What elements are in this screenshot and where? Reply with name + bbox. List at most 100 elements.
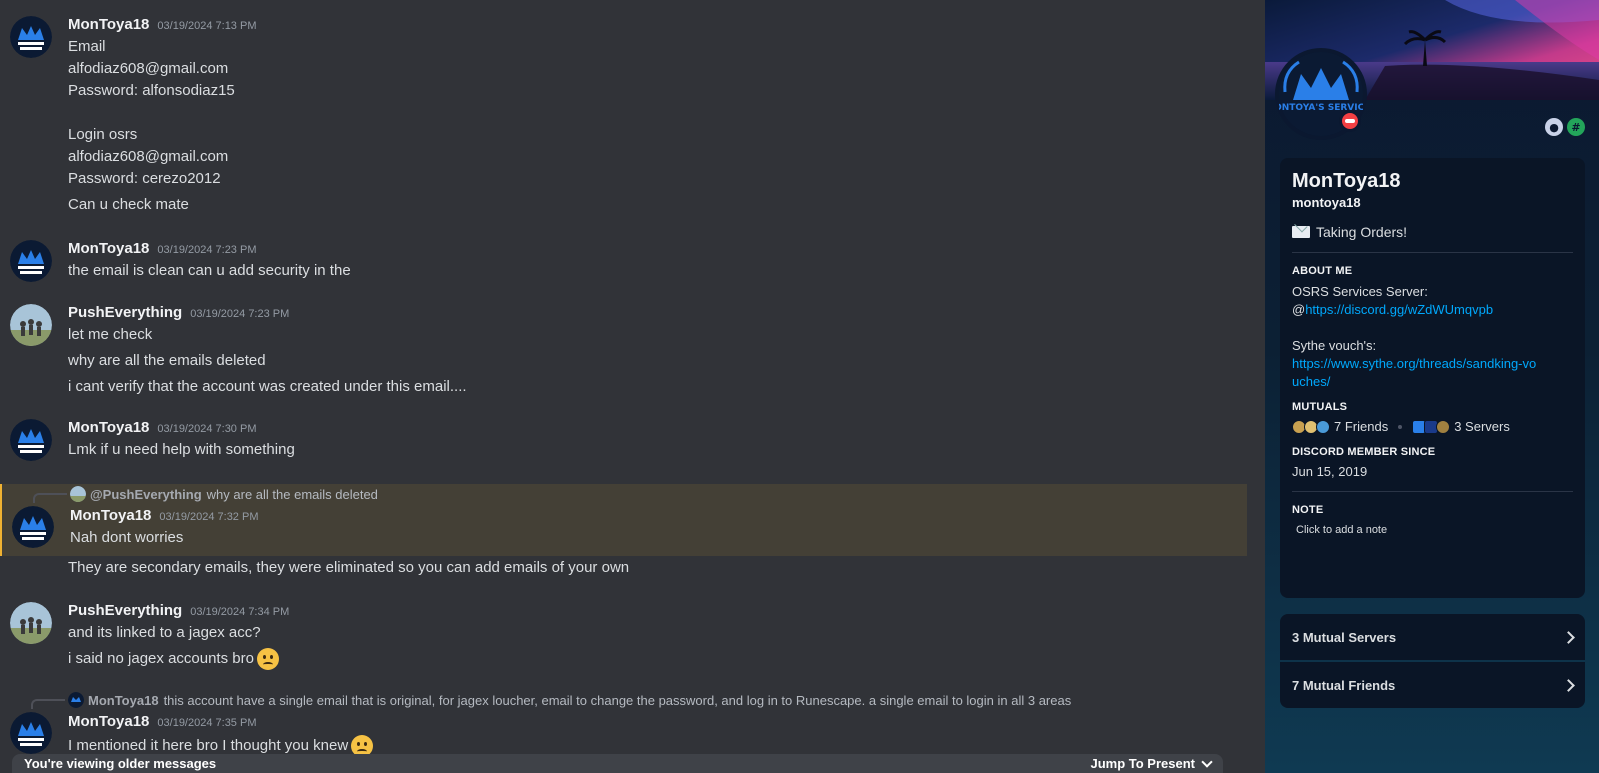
message-header: MonToya18 03/19/2024 7:32 PM (70, 507, 258, 529)
member-since-date: Jun 15, 2019 (1292, 464, 1368, 479)
message-header: PushEverything 03/19/2024 7:34 PM (68, 602, 289, 624)
reply-text: why are all the emails deleted (206, 486, 378, 502)
nitro-badge-icon[interactable]: ● (1545, 118, 1563, 136)
reply-username[interactable]: MonToya18 (88, 693, 159, 708)
note-title: NOTE (1292, 504, 1324, 516)
message-line: Can u check mate (68, 196, 189, 213)
username[interactable]: MonToya18 (68, 419, 149, 436)
sythe-link[interactable]: https://www.sythe.org/threads/sandking-v… (1292, 356, 1536, 389)
message-line: Lmk if u need help with something (68, 441, 295, 458)
chevron-down-icon (1201, 755, 1213, 768)
timestamp: 03/19/2024 7:34 PM (190, 606, 290, 618)
message-line: let me check (68, 326, 153, 343)
server-icons (1412, 419, 1451, 434)
divider (1292, 491, 1573, 492)
message-header: PushEverything 03/19/2024 7:23 PM (68, 304, 289, 326)
timestamp: 03/19/2024 7:13 PM (157, 20, 257, 32)
username[interactable]: MonToya18 (68, 16, 149, 33)
mutual-servers-row[interactable]: 3 Mutual Servers (1280, 614, 1585, 660)
older-messages-text: You're viewing older messages (24, 756, 217, 771)
user-avatar[interactable] (10, 240, 52, 282)
custom-status: Taking Orders! (1292, 224, 1573, 240)
timestamp: 03/19/2024 7:23 PM (190, 308, 290, 320)
reply-preview[interactable]: @PushEverything why are all the emails d… (70, 485, 378, 503)
mutuals-title: MUTUALS (1292, 401, 1348, 413)
username[interactable]: MonToya18 (68, 713, 149, 730)
message-line: They are secondary emails, they were eli… (68, 559, 630, 576)
message-text: i said no jagex accounts bro (68, 649, 254, 667)
user-avatar[interactable] (10, 602, 52, 644)
message-group: PushEverything 03/19/2024 7:34 PM and it… (0, 600, 1247, 676)
jump-label: Jump To Present (1090, 756, 1195, 771)
user-handle: montoya18 (1292, 195, 1361, 210)
profile-badges: ● # (1545, 118, 1585, 136)
message-header: MonToya18 03/19/2024 7:35 PM (68, 713, 256, 735)
mutual-friends-count[interactable]: 7 Friends (1334, 419, 1388, 434)
mutuals-row: 7 Friends 3 Servers (1292, 419, 1573, 434)
timestamp: 03/19/2024 7:32 PM (159, 511, 259, 523)
chat-pane: MonToya18 03/19/2024 7:13 PM Email alfod… (0, 0, 1247, 773)
reply-preview[interactable]: MonToya18 this account have a single ema… (68, 691, 1071, 709)
timestamp: 03/19/2024 7:35 PM (157, 717, 257, 729)
user-avatar[interactable] (12, 506, 54, 548)
timestamp: 03/19/2024 7:23 PM (157, 244, 257, 256)
chevron-right-icon (1562, 630, 1575, 644)
about-title: ABOUT ME (1292, 265, 1353, 277)
message-line: the email is clean can u add security in… (68, 262, 351, 279)
message-header: MonToya18 03/19/2024 7:13 PM (68, 16, 256, 38)
at-sign: @ (1292, 302, 1306, 317)
timestamp: 03/19/2024 7:30 PM (157, 423, 257, 435)
user-avatar[interactable] (10, 712, 52, 754)
about-line: OSRS Services Server: (1292, 284, 1428, 299)
message-group: PushEverything 03/19/2024 7:23 PM let me… (0, 302, 1247, 402)
username[interactable]: MonToya18 (68, 240, 149, 257)
message-group: MonToya18 03/19/2024 7:13 PM Email alfod… (0, 14, 1247, 220)
envelope-icon (1292, 226, 1310, 238)
message-group: MonToya18 this account have a single ema… (0, 690, 1247, 757)
message-text: I mentioned it here bro I thought you kn… (68, 736, 349, 754)
message-line: Email (68, 38, 106, 55)
about-text: OSRS Services Server: @https://discord.g… (1292, 283, 1573, 391)
message-group: MonToya18 03/19/2024 7:30 PM Lmk if u ne… (0, 417, 1247, 463)
about-link-row: @https://discord.gg/wZdWUmqvpb (1292, 301, 1573, 319)
message-line: Nah dont worries (70, 529, 184, 546)
mutual-servers-label: 3 Mutual Servers (1292, 629, 1397, 645)
message-group-highlighted: @PushEverything why are all the emails d… (0, 484, 1247, 556)
message-line: alfodiaz608@gmail.com (68, 148, 229, 165)
older-messages-bar[interactable]: You're viewing older messages Jump To Pr… (12, 754, 1223, 773)
user-avatar[interactable] (10, 16, 52, 58)
reply-spine (33, 493, 67, 503)
username[interactable]: MonToya18 (70, 507, 151, 524)
reply-avatar (70, 486, 86, 502)
member-since-title: DISCORD MEMBER SINCE (1292, 446, 1436, 458)
message-line: Login osrs (68, 126, 138, 143)
message-line: alfodiaz608@gmail.com (68, 60, 229, 77)
mutual-friends-label: 7 Mutual Friends (1292, 677, 1396, 693)
hashtag-badge-icon[interactable]: # (1567, 118, 1585, 136)
status-text: Taking Orders! (1316, 224, 1408, 240)
message-line: and its linked to a jagex acc? (68, 624, 261, 641)
mutual-friends-row[interactable]: 7 Mutual Friends (1280, 662, 1585, 708)
friend-avatars (1292, 419, 1330, 434)
separator-dot (1398, 424, 1403, 429)
message-header: MonToya18 03/19/2024 7:23 PM (68, 240, 256, 262)
dnd-status-icon (1339, 110, 1361, 132)
message-line: i cant verify that the account was creat… (68, 378, 467, 395)
discord-invite-link[interactable]: https://discord.gg/wZdWUmqvpb (1305, 302, 1493, 317)
profile-card: MonToya18 montoya18 Taking Orders! ABOUT… (1280, 158, 1585, 598)
user-avatar[interactable] (10, 419, 52, 461)
mutual-servers-count[interactable]: 3 Servers (1454, 419, 1510, 434)
about-line: Sythe vouch's: (1292, 338, 1377, 353)
jump-to-present-button[interactable]: Jump To Present (1090, 755, 1213, 771)
message-line: Password: cerezo2012 (68, 170, 221, 187)
username[interactable]: PushEverything (68, 602, 182, 619)
note-input[interactable]: Click to add a note (1292, 524, 1573, 536)
user-avatar[interactable] (10, 304, 52, 346)
profile-panel: MONTOYA'S SERVICES ● # MonToya18 montoya… (1265, 0, 1599, 773)
username[interactable]: PushEverything (68, 304, 182, 321)
divider (1292, 252, 1573, 253)
chevron-right-icon (1562, 678, 1575, 692)
message-header: MonToya18 03/19/2024 7:30 PM (68, 419, 256, 441)
message-group: MonToya18 03/19/2024 7:23 PM the email i… (0, 238, 1247, 284)
reply-username[interactable]: @PushEverything (90, 487, 202, 502)
